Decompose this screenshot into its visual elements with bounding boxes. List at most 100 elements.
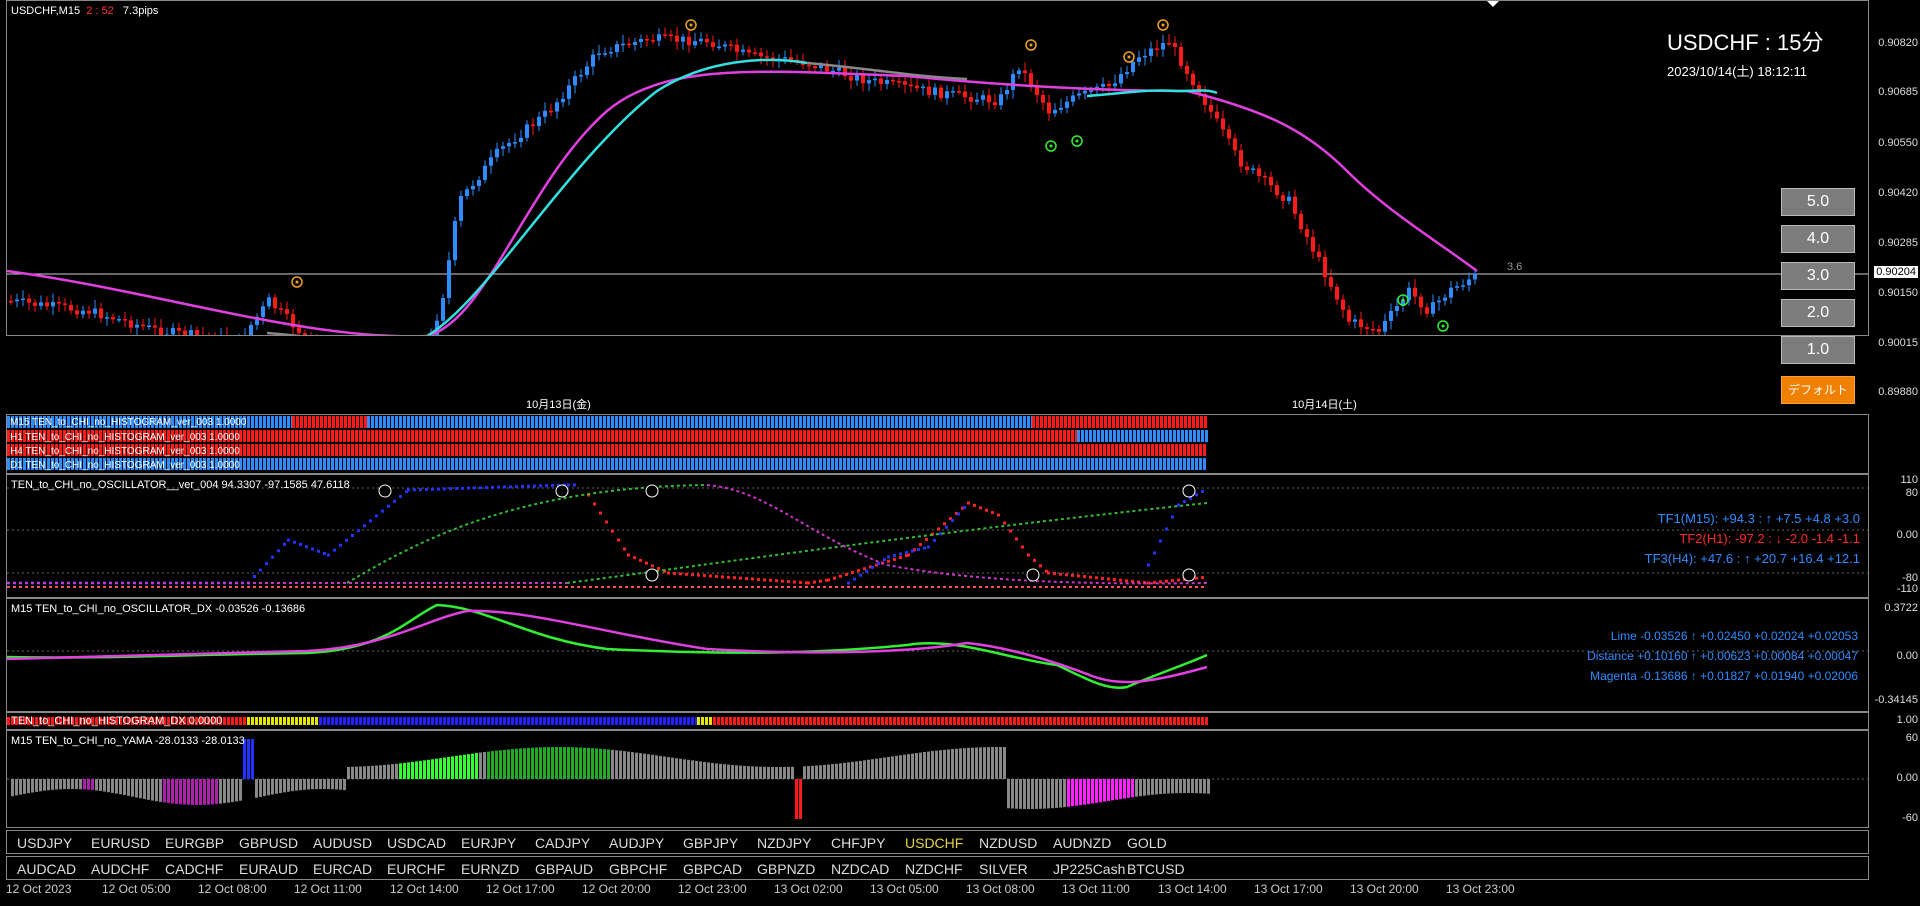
symbol-tab-gbpaud[interactable]: GBPAUD [535, 861, 593, 877]
histogram-dx-cell [813, 717, 816, 725]
symbol-tab-chfjpy[interactable]: CHFJPY [831, 835, 885, 851]
candle-body [693, 41, 697, 46]
histogram-cell [363, 444, 366, 456]
symbol-tab-usdcad[interactable]: USDCAD [387, 835, 446, 851]
level-button-3[interactable]: 3.0 [1781, 262, 1855, 290]
histogram-cell [623, 416, 626, 428]
level-button-2[interactable]: 2.0 [1781, 299, 1855, 327]
histogram-cell [435, 458, 438, 470]
histogram-cell [915, 416, 918, 428]
symbol-tab-eurchf[interactable]: EURCHF [387, 861, 445, 877]
histogram-cell [323, 430, 326, 442]
yama-bar [99, 779, 102, 792]
level-button-5[interactable]: 5.0 [1781, 188, 1855, 216]
histogram-cell [1155, 444, 1158, 456]
candlestick-chart[interactable] [7, 1, 1868, 335]
symbol-tab-gbpjpy[interactable]: GBPJPY [683, 835, 738, 851]
symbol-tab-nzdusd[interactable]: NZDUSD [979, 835, 1037, 851]
histogram-dx-cell [327, 717, 330, 725]
symbol-tab-jp225cash[interactable]: JP225Cash [1053, 861, 1125, 877]
histogram-cell [575, 416, 578, 428]
tf1-dot [419, 488, 422, 492]
symbol-tab-euraud[interactable]: EURAUD [239, 861, 298, 877]
candle-body [1017, 70, 1021, 74]
histogram-cell [503, 416, 506, 428]
symbol-tab-eurjpy[interactable]: EURJPY [461, 835, 516, 851]
symbol-tab-eurnzd[interactable]: EURNZD [461, 861, 519, 877]
histogram-cell [559, 444, 562, 456]
histogram-cell [283, 430, 286, 442]
histogram-cell [279, 430, 282, 442]
symbol-tab-audusd[interactable]: AUDUSD [313, 835, 372, 851]
histogram-cell [1120, 416, 1123, 428]
yama-bar [419, 760, 422, 779]
histogram-cell [751, 416, 754, 428]
main-chart-panel[interactable]: USDCHF,M15 2 : 52 7.3pips USDCHF : 15分 2… [6, 0, 1869, 336]
symbol-tab-gbpchf[interactable]: GBPCHF [609, 861, 667, 877]
histogram-cell [899, 416, 902, 428]
symbol-tab-eurgbp[interactable]: EURGBP [165, 835, 224, 851]
histogram-cell [547, 430, 550, 442]
histogram-cell [863, 430, 866, 442]
histogram-cell [987, 444, 990, 456]
symbol-tab-audjpy[interactable]: AUDJPY [609, 835, 664, 851]
histogram-cell [491, 416, 494, 428]
yama-bar [379, 765, 382, 779]
yama-bar [627, 751, 630, 779]
histogram-cell [979, 458, 982, 470]
symbol-tab-cadjpy[interactable]: CADJPY [535, 835, 590, 851]
histogram-dx-cell [973, 717, 976, 725]
histogram-dx-cell [757, 717, 760, 725]
symbol-tab-usdchf[interactable]: USDCHF [905, 835, 963, 851]
yama-bar [803, 766, 806, 779]
price-scale: 0.90820 0.90685 0.90550 0.90420 0.90285 … [1870, 0, 1920, 398]
symbol-tab-cadchf[interactable]: CADCHF [165, 861, 223, 877]
symbol-tab-audnzd[interactable]: AUDNZD [1053, 835, 1111, 851]
candle-body [957, 91, 961, 93]
symbol-tab-btcusd[interactable]: BTCUSD [1127, 861, 1185, 877]
histogram-cell [327, 430, 330, 442]
histogram-cell [347, 430, 350, 442]
symbol-tab-gbpusd[interactable]: GBPUSD [239, 835, 298, 851]
histogram-cell [467, 430, 470, 442]
histogram-cell [471, 444, 474, 456]
histogram-cell [559, 416, 562, 428]
yama-bar [343, 779, 346, 791]
histogram-label-d1: D1 TEN_to_CHI_no_HISTOGRAM_ver_003 1.000… [10, 460, 240, 471]
level-button-1[interactable]: 1.0 [1781, 336, 1855, 364]
default-button[interactable]: デフォルト [1781, 376, 1855, 404]
symbol-tab-audcad[interactable]: AUDCAD [17, 861, 76, 877]
histogram-cell [367, 430, 370, 442]
symbol-tab-eurusd[interactable]: EURUSD [91, 835, 150, 851]
yama-bar [47, 779, 50, 791]
symbol-tab-eurcad[interactable]: EURCAD [313, 861, 372, 877]
symbol-tab-gbpnzd[interactable]: GBPNZD [757, 861, 815, 877]
histogram-cell [699, 458, 702, 470]
histogram-cell [903, 458, 906, 470]
date-label-sat: 10月14日(土) [1292, 399, 1357, 411]
symbol-tab-nzdjpy[interactable]: NZDJPY [757, 835, 811, 851]
histogram-cell [551, 458, 554, 470]
tf1-dot [1147, 563, 1150, 567]
histogram-cell [1048, 416, 1051, 428]
yama-bar [635, 752, 638, 779]
symbol-tab-usdjpy[interactable]: USDJPY [17, 835, 72, 851]
yama-bar [219, 779, 222, 804]
histogram-cell [571, 444, 574, 456]
symbol-tab-audchf[interactable]: AUDCHF [91, 861, 149, 877]
yama-bar [355, 766, 358, 779]
symbol-tab-gbpcad[interactable]: GBPCAD [683, 861, 742, 877]
histogram-cell [319, 444, 322, 456]
time-tick: 13 Oct 11:00 [1062, 882, 1130, 896]
histogram-cell [859, 458, 862, 470]
histogram-cell [463, 444, 466, 456]
histogram-cell [455, 430, 458, 442]
yama-bar [667, 757, 670, 779]
symbol-tab-nzdcad[interactable]: NZDCAD [831, 861, 889, 877]
symbol-tab-gold[interactable]: GOLD [1127, 835, 1167, 851]
histogram-cell [611, 444, 614, 456]
symbol-tab-nzdchf[interactable]: NZDCHF [905, 861, 963, 877]
symbol-tab-silver[interactable]: SILVER [979, 861, 1028, 877]
level-button-4[interactable]: 4.0 [1781, 225, 1855, 253]
histogram-dx-cell [259, 717, 262, 725]
